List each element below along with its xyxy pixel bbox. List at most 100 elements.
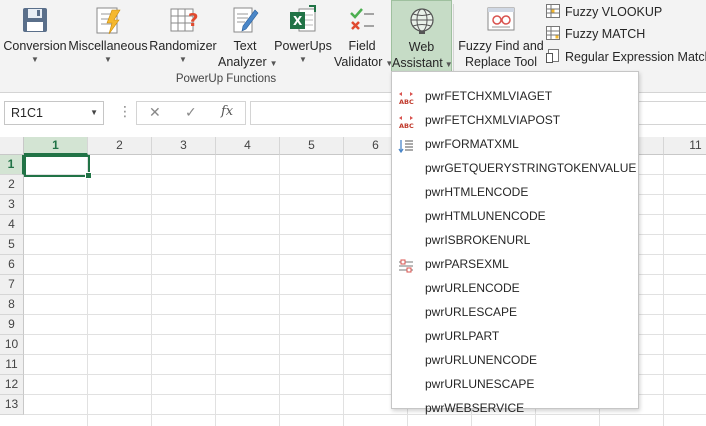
miscellaneous-button[interactable]: Miscellaneous ▼ — [68, 0, 148, 72]
svg-text:ABC: ABC — [399, 98, 414, 105]
field-validator-label-line1: Field — [348, 39, 376, 53]
menu-item-label: pwrHTMLENCODE — [425, 185, 529, 199]
row-header[interactable]: 9 — [0, 315, 24, 335]
column-header[interactable]: 2 — [88, 137, 152, 155]
text-analyzer-label-line1: Text — [233, 39, 257, 53]
active-cell[interactable] — [24, 155, 92, 179]
chevron-down-icon[interactable]: ▼ — [90, 102, 98, 124]
misc-tools-icon — [96, 7, 121, 35]
web-assistant-label-line2: Assistant — [392, 56, 443, 70]
row-header[interactable]: 8 — [0, 295, 24, 315]
abc-red-icon: ABC — [398, 113, 414, 130]
row-header[interactable]: 5 — [0, 235, 24, 255]
menu-item-label: pwrHTMLUNENCODE — [425, 209, 546, 223]
field-validator-button[interactable]: Field Validator ▼ — [334, 0, 393, 72]
text-analyzer-label-line2: Analyzer — [218, 55, 267, 69]
column-header[interactable]: 3 — [152, 137, 216, 155]
indent-icon — [398, 137, 414, 154]
fill-handle[interactable] — [85, 172, 92, 179]
conversion-button[interactable]: Conversion ▼ — [2, 0, 68, 72]
powerups-button[interactable]: X PowerUps ▼ — [272, 0, 334, 72]
insert-function-icon[interactable]: fx — [221, 104, 233, 119]
fuzzy-match-button[interactable]: Fuzzy MATCH — [546, 24, 645, 44]
column-header[interactable]: 1 — [24, 137, 88, 155]
column-header[interactable]: 4 — [216, 137, 280, 155]
menu-item-pwrwebservice[interactable]: pwrWEBSERVICE — [392, 396, 638, 420]
formula-buttons: ✕ ✓ fx — [136, 101, 246, 125]
floppy-disk-icon — [23, 8, 47, 32]
row-header[interactable]: 2 — [0, 175, 24, 195]
fuzzy-match-label: Fuzzy MATCH — [565, 27, 646, 41]
menu-item-pwrurlpart[interactable]: pwrURLPART — [392, 324, 638, 348]
fuzzy-find-icon — [487, 7, 515, 31]
menu-item-pwrformatxml[interactable]: pwrFORMATXML — [392, 132, 638, 156]
powerups-label: PowerUps — [274, 39, 332, 53]
column-header[interactable]: 11 — [664, 137, 706, 155]
menu-item-pwrurlescape[interactable]: pwrURLESCAPE — [392, 300, 638, 324]
menu-item-label: pwrURLENCODE — [425, 281, 520, 295]
menu-item-label: pwrFORMATXML — [425, 137, 519, 151]
miscellaneous-label: Miscellaneous — [68, 39, 148, 53]
conversion-label: Conversion — [3, 39, 67, 53]
menu-item-label: pwrFETCHXMLVIAGET — [425, 89, 553, 103]
chevron-down-icon: ▼ — [31, 55, 39, 64]
row-header[interactable]: 1 — [0, 155, 24, 175]
text-analyzer-button[interactable]: Text Analyzer ▼ — [218, 0, 278, 72]
abc-red-icon: ABC — [398, 89, 414, 106]
select-all-corner[interactable] — [0, 137, 24, 155]
document-pencil-icon — [233, 7, 259, 33]
excel-arrow-icon: X — [290, 5, 316, 32]
menu-item-pwrurlunescape[interactable]: pwrURLUNESCAPE — [392, 372, 638, 396]
menu-item-pwrfetchxmlviaget[interactable]: ABC pwrFETCHXMLVIAGET — [392, 84, 638, 108]
menu-item-pwrisbrokenurl[interactable]: pwrISBROKENURL — [392, 228, 638, 252]
row-header[interactable]: 3 — [0, 195, 24, 215]
row-header[interactable]: 13 — [0, 395, 24, 415]
menu-item-label: pwrURLUNESCAPE — [425, 377, 535, 391]
svg-text:ABC: ABC — [399, 122, 414, 129]
svg-text:X: X — [293, 14, 303, 28]
parse-icon — [398, 257, 414, 273]
fuzzy-find-replace-button[interactable]: Fuzzy Find and Replace Tool — [458, 0, 544, 72]
menu-item-pwrgetquerystringtokenvalue[interactable]: pwrGETQUERYSTRINGTOKENVALUE — [392, 156, 638, 180]
web-assistant-menu: ABC pwrFETCHXMLVIAGET ABC pwrFETCHXMLVIAPOS… — [391, 71, 639, 415]
cancel-icon[interactable]: ✕ — [149, 104, 161, 121]
menu-item-pwrurlencode[interactable]: pwrURLENCODE — [392, 276, 638, 300]
row-header[interactable]: 7 — [0, 275, 24, 295]
menu-item-label: pwrFETCHXMLVIAPOST — [425, 113, 561, 127]
chevron-down-icon: ▼ — [444, 60, 453, 69]
menu-item-pwrfetchxmlviapost[interactable]: ABC pwrFETCHXMLVIAPOST — [392, 108, 638, 132]
menu-item-pwrparsexml[interactable]: pwrPARSEXML — [392, 252, 638, 276]
menu-item-pwrhtmlunencode[interactable]: pwrHTMLUNENCODE — [392, 204, 638, 228]
menu-item-label: pwrWEBSERVICE — [425, 401, 525, 415]
chevron-down-icon: ▼ — [104, 55, 112, 64]
menu-item-label: pwrGETQUERYSTRINGTOKENVALUE — [425, 161, 637, 175]
regex-match-button[interactable]: Regular Expression Match — [546, 47, 706, 67]
row-header[interactable]: 11 — [0, 355, 24, 375]
row-header[interactable]: 10 — [0, 335, 24, 355]
row-header[interactable]: 12 — [0, 375, 24, 395]
regex-match-label: Regular Expression Match — [565, 50, 706, 64]
regex-document-icon — [546, 49, 559, 63]
menu-item-label: pwrISBROKENURL — [425, 233, 531, 247]
name-box-value: R1C1 — [11, 106, 43, 120]
more-vertical-icon: ⋮ — [118, 103, 132, 119]
menu-item-label: pwrPARSEXML — [425, 257, 509, 271]
menu-item-label: pwrURLESCAPE — [425, 305, 518, 319]
fuzzy-vlookup-button[interactable]: Fuzzy VLOOKUP — [546, 2, 662, 22]
table-icon — [546, 26, 560, 40]
column-header[interactable]: 5 — [280, 137, 344, 155]
menu-item-pwrhtmlencode[interactable]: pwrHTMLENCODE — [392, 180, 638, 204]
name-box[interactable]: R1C1 ▼ — [4, 101, 104, 125]
web-assistant-button[interactable]: Web Assistant ▼ — [391, 0, 453, 72]
chevron-down-icon: ▼ — [179, 55, 187, 64]
checklist-icon — [350, 8, 374, 30]
menu-item-label: pwrURLUNENCODE — [425, 353, 538, 367]
row-header[interactable]: 4 — [0, 215, 24, 235]
menu-item-pwrurlunencode[interactable]: pwrURLUNENCODE — [392, 348, 638, 372]
enter-icon[interactable]: ✓ — [185, 104, 197, 121]
field-validator-label-line2: Validator — [334, 55, 383, 69]
menu-item-label: pwrURLPART — [425, 329, 500, 343]
row-header[interactable]: 6 — [0, 255, 24, 275]
randomizer-button[interactable]: ? Randomizer ▼ — [148, 0, 218, 72]
table-icon — [546, 4, 560, 18]
